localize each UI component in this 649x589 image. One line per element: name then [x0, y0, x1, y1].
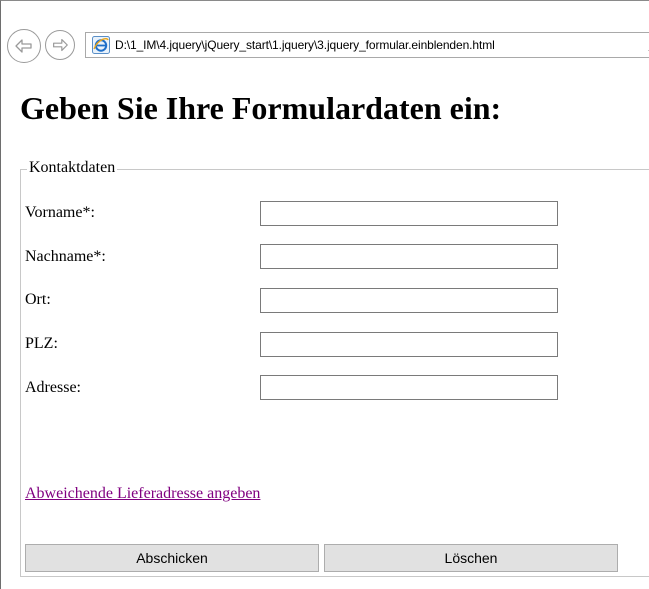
address-label: Adresse: — [25, 379, 81, 396]
page-title: Geben Sie Ihre Formulardaten ein: — [20, 90, 502, 126]
city-input[interactable] — [260, 288, 558, 313]
browser-toolbar: D:\1_IM\4.jquery\jQuery_start\1.jquery\3… — [1, 1, 649, 63]
browser-window: D:\1_IM\4.jquery\jQuery_start\1.jquery\3… — [0, 0, 649, 589]
first-name-input[interactable] — [260, 201, 558, 226]
city-label: Ort: — [25, 291, 51, 308]
submit-button[interactable]: Abschicken — [25, 544, 319, 572]
zip-input[interactable] — [260, 332, 558, 357]
forward-button[interactable] — [45, 30, 75, 60]
url-text[interactable]: D:\1_IM\4.jquery\jQuery_start\1.jquery\3… — [115, 38, 495, 52]
alt-delivery-address-link[interactable]: Abweichende Lieferadresse angeben — [25, 485, 260, 503]
internet-explorer-icon — [92, 36, 110, 54]
last-name-input[interactable] — [260, 244, 558, 269]
back-arrow-icon — [15, 39, 32, 53]
last-name-label: Nachname*: — [25, 248, 106, 265]
first-name-label: Vorname*: — [25, 204, 95, 221]
forward-arrow-icon — [53, 38, 68, 52]
address-input[interactable] — [260, 375, 558, 400]
back-button[interactable] — [7, 29, 41, 63]
contact-fieldset — [20, 169, 649, 577]
fieldset-legend: Kontaktdaten — [27, 159, 118, 177]
zip-label: PLZ: — [25, 335, 58, 352]
address-bar[interactable]: D:\1_IM\4.jquery\jQuery_start\1.jquery\3… — [85, 32, 649, 58]
reset-button[interactable]: Löschen — [324, 544, 618, 572]
